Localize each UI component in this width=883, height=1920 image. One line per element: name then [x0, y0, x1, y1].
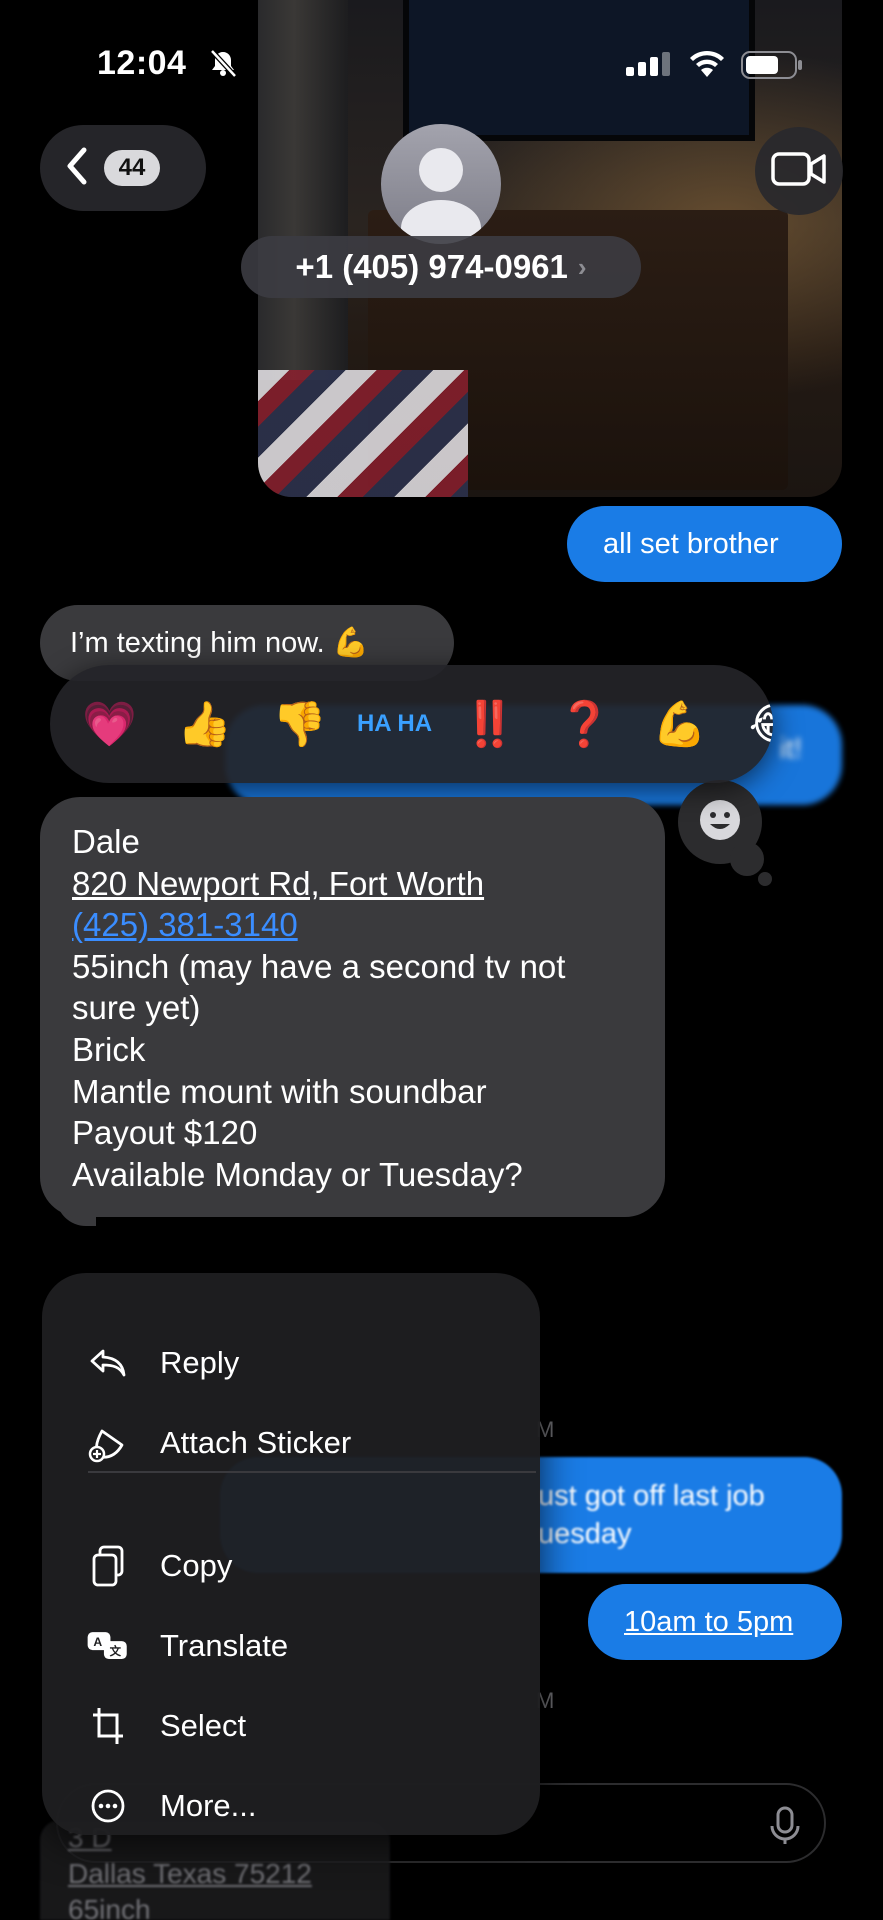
chevron-right-icon: ›	[577, 251, 587, 282]
wifi-icon	[688, 50, 726, 83]
contact-name: +1 (405) 974-0961	[295, 248, 568, 285]
reaction-laughing[interactable]: 😂	[727, 699, 773, 750]
message-text-line: ust got off last job	[538, 1480, 765, 1512]
focused-message[interactable]: Dale 820 Newport Rd, Fort Worth (425) 38…	[40, 797, 665, 1217]
bubble-tail-dot	[730, 842, 764, 876]
reaction-thumbs-up[interactable]: 👍	[157, 698, 252, 750]
message-outgoing-time-link[interactable]: 10am to 5pm	[588, 1584, 842, 1660]
job-payout: Payout $120	[72, 1114, 258, 1152]
context-menu: Reply Attach Sticker Copy A 文 Translate …	[42, 1273, 540, 1835]
photo-bedding	[258, 370, 468, 497]
menu-item-select[interactable]: Select	[42, 1691, 540, 1761]
job-mount-type: Mantle mount with soundbar	[72, 1072, 487, 1110]
crop-select-icon	[86, 1706, 130, 1746]
back-button[interactable]: 44	[40, 125, 206, 211]
svg-text:A: A	[93, 1635, 102, 1649]
menu-item-copy[interactable]: Copy	[42, 1531, 540, 1601]
ellipsis-circle-icon	[86, 1788, 130, 1824]
copy-icon	[86, 1545, 130, 1587]
photo-curtain	[258, 0, 348, 380]
tapback-reaction-bar: 💗 👍 👎 HA HA ‼️ ❓ 💪 😂	[50, 665, 773, 783]
menu-item-label: More...	[160, 1788, 257, 1823]
menu-item-translate[interactable]: A 文 Translate	[42, 1611, 540, 1681]
menu-item-reply[interactable]: Reply	[42, 1328, 540, 1398]
contact-avatar[interactable]	[381, 124, 501, 244]
contact-name-button[interactable]: +1 (405) 974-0961 ›	[241, 236, 641, 298]
translate-icon: A 文	[86, 1626, 130, 1666]
svg-text:文: 文	[110, 1644, 122, 1658]
reaction-flexed-biceps[interactable]: 💪	[632, 698, 727, 750]
menu-item-more[interactable]: More...	[42, 1771, 540, 1841]
preview-line: Dallas Texas 75212	[68, 1858, 312, 1889]
bell-slash-icon	[208, 48, 238, 83]
job-availability: Available Monday or Tuesday?	[72, 1155, 523, 1193]
menu-item-label: Translate	[160, 1628, 289, 1663]
unread-count-badge: 44	[104, 150, 160, 186]
video-camera-icon	[771, 150, 827, 193]
menu-item-label: Select	[160, 1708, 247, 1743]
battery-icon	[741, 51, 803, 84]
message-text-line: uesday	[538, 1518, 632, 1550]
job-wall-type: Brick	[72, 1030, 146, 1068]
job-tv-size: 55inch (may have a second tv not sure ye…	[72, 947, 566, 1027]
preview-line: 65inch	[68, 1894, 151, 1920]
menu-item-label: Copy	[160, 1548, 233, 1583]
status-time: 12:04	[97, 44, 187, 82]
menu-divider	[88, 1471, 536, 1473]
message-text: I’m texting him now. 💪	[70, 627, 369, 659]
reaction-question[interactable]: ❓	[537, 698, 632, 750]
message-text: all set brother	[603, 527, 779, 560]
reaction-heart[interactable]: 💗	[62, 698, 157, 750]
job-address-link[interactable]: 820 Newport Rd, Fort Worth	[72, 863, 633, 905]
message-outgoing[interactable]: all set brother	[567, 506, 842, 582]
bubble-tail-dot	[758, 872, 772, 886]
reaction-thumbs-down[interactable]: 👎	[252, 698, 347, 750]
menu-item-label: Attach Sticker	[160, 1425, 352, 1460]
job-contact-name: Dale	[72, 823, 140, 860]
reaction-haha[interactable]: HA HA	[347, 712, 442, 736]
facetime-video-button[interactable]	[755, 127, 843, 215]
message-text: 10am to 5pm	[624, 1605, 794, 1638]
message-text: it!	[779, 733, 802, 765]
smiley-face-icon	[698, 798, 742, 847]
microphone-icon[interactable]	[768, 1806, 802, 1851]
menu-item-label: Reply	[160, 1345, 240, 1380]
chevron-left-icon	[64, 146, 90, 191]
cellular-signal-icon	[626, 52, 672, 81]
job-phone-link[interactable]: (425) 381-3140	[72, 904, 633, 946]
reaction-exclamation[interactable]: ‼️	[442, 698, 537, 750]
sticker-add-icon	[86, 1423, 130, 1463]
reply-arrow-icon	[86, 1347, 130, 1379]
menu-item-attach-sticker[interactable]: Attach Sticker	[42, 1408, 540, 1478]
